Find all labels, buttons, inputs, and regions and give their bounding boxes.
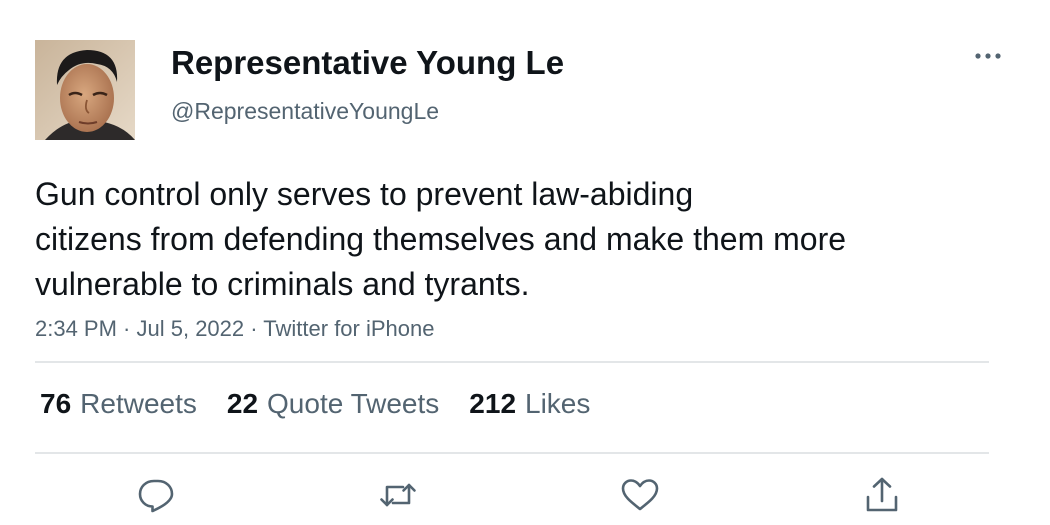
quote-tweets-count: 22 bbox=[226, 388, 259, 419]
quote-tweets-label: Quote Tweets bbox=[267, 388, 440, 419]
tweet-text-line: vulnerable to criminals and tyrants. bbox=[35, 266, 530, 302]
avatar[interactable] bbox=[35, 40, 135, 140]
quote-tweets-stat[interactable]: 22 Quote Tweets bbox=[227, 384, 439, 424]
tweet-text: Gun control only serves to prevent law-a… bbox=[35, 172, 995, 307]
retweet-button[interactable] bbox=[377, 474, 419, 516]
author-display-name[interactable]: Representative Young Le bbox=[171, 42, 564, 84]
tweet-metadata: 2:34 PM · Jul 5, 2022 · Twitter for iPho… bbox=[35, 314, 434, 344]
likes-stat[interactable]: 212 Likes bbox=[469, 384, 590, 424]
retweets-count: 76 bbox=[40, 388, 72, 419]
retweets-label: Retweets bbox=[80, 388, 197, 419]
more-options-button[interactable] bbox=[970, 44, 1006, 68]
author-handle[interactable]: @RepresentativeYoungLe bbox=[171, 96, 439, 126]
reply-button[interactable] bbox=[135, 474, 177, 516]
tweet-text-line: citizens from defending themselves and m… bbox=[35, 221, 847, 257]
meta-separator: · bbox=[244, 316, 264, 341]
share-icon bbox=[866, 477, 898, 512]
retweet-icon bbox=[380, 483, 416, 507]
more-horizontal-icon bbox=[975, 53, 1001, 59]
reply-icon bbox=[138, 479, 174, 513]
share-button[interactable] bbox=[861, 474, 903, 516]
heart-icon bbox=[621, 479, 659, 511]
likes-label: Likes bbox=[525, 388, 591, 419]
like-button[interactable] bbox=[619, 474, 661, 516]
tweet-source[interactable]: Twitter for iPhone bbox=[263, 316, 434, 341]
tweet-text-line: Gun control only serves to prevent law-a… bbox=[35, 176, 694, 212]
meta-separator: · bbox=[116, 316, 137, 341]
divider bbox=[35, 361, 989, 363]
tweet-date[interactable]: Jul 5, 2022 bbox=[137, 316, 245, 341]
tweet-stats: 76 Retweets 22 Quote Tweets 212 Likes bbox=[40, 384, 590, 424]
likes-count: 212 bbox=[469, 388, 517, 419]
tweet-actions bbox=[0, 474, 1050, 516]
tweet-time[interactable]: 2:34 PM bbox=[35, 316, 117, 341]
divider bbox=[35, 452, 989, 454]
avatar-photo bbox=[35, 40, 135, 140]
retweets-stat[interactable]: 76 Retweets bbox=[40, 384, 197, 424]
